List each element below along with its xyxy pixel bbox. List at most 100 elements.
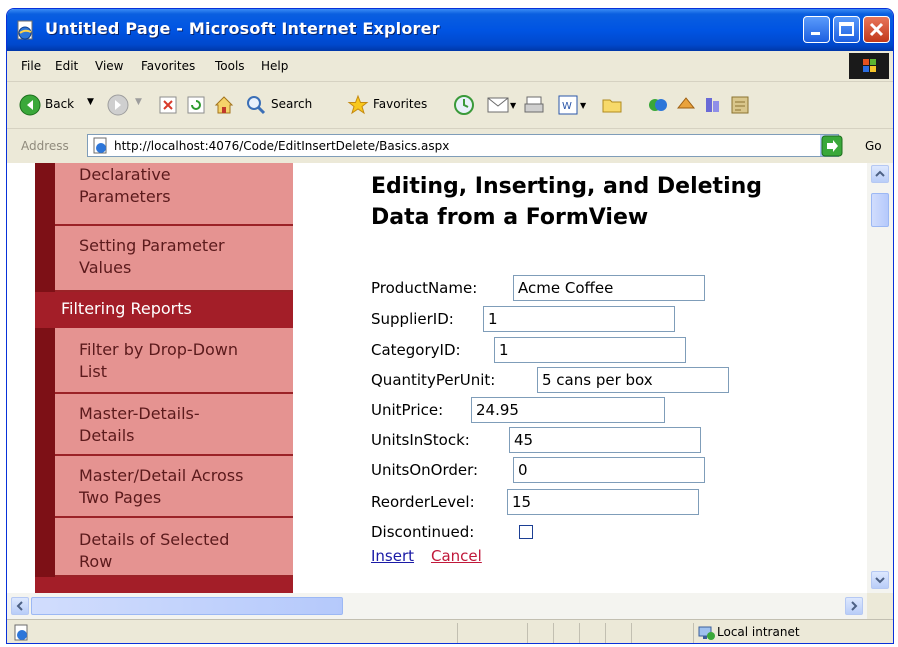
page-title-line: Data from a FormView [371,205,649,230]
go-button[interactable]: Go [865,139,882,153]
nav-item-filter-by-drop-down-list[interactable]: Filter by Drop-Down List [55,328,293,394]
menu-favorites[interactable]: Favorites [141,59,195,73]
scroll-left-button[interactable] [11,597,29,615]
intranet-icon [698,626,715,640]
research-icon[interactable] [703,94,725,116]
folder-icon[interactable] [601,94,623,116]
maximize-button[interactable] [833,16,860,43]
print-icon[interactable] [523,94,545,116]
quantity-per-unit-input[interactable]: 5 cans per box [537,367,729,393]
discontinued-checkbox[interactable] [519,525,533,539]
field-label: QuantityPerUnit: [371,371,496,389]
vertical-scroll-thumb[interactable] [871,193,889,227]
menu-bar: File Edit View Favorites Tools Help [7,51,893,82]
menu-tools[interactable]: Tools [215,59,245,73]
nav-section-filtering-reports[interactable]: Filtering Reports [35,292,293,328]
nav-item-setting-parameter-values[interactable]: Setting Parameter Values [55,226,293,292]
nav-item-label: Values [79,258,132,277]
scroll-down-button[interactable] [871,571,889,589]
svg-text:▼: ▼ [510,101,517,110]
address-bar: Address http://localhost:4076/Code/EditI… [7,129,893,164]
favorites-button[interactable]: Favorites [347,94,427,120]
svg-text:▼: ▼ [580,101,587,110]
nav-item-master-details-details[interactable]: Master-Details- Details [55,394,293,456]
supplier-id-input[interactable]: 1 [483,306,675,332]
field-label: ReorderLevel: [371,493,475,511]
vertical-scrollbar[interactable] [867,163,893,593]
tool-extra-icon[interactable] [729,94,751,116]
units-on-order-input[interactable]: 0 [513,457,705,483]
favorites-star-icon [347,94,369,115]
scroll-up-button[interactable] [871,165,889,183]
nav-item-label: List [79,362,107,381]
address-input[interactable]: http://localhost:4076/Code/EditInsertDel… [87,134,839,157]
go-arrow-icon[interactable] [821,135,843,157]
chevron-left-icon [16,601,23,611]
status-divider [579,623,580,643]
nav-item-label: Parameters [79,187,171,206]
page-icon [93,137,107,154]
browser-window: Untitled Page - Microsoft Internet Explo… [6,8,894,644]
favorites-label: Favorites [373,97,428,111]
edit-word-icon[interactable]: W ▼ [557,94,589,116]
page-status-icon [14,624,28,641]
close-button[interactable] [863,16,890,43]
units-in-stock-input[interactable]: 45 [509,427,701,453]
page-title-line: Editing, Inserting, and Deleting [371,174,763,199]
horizontal-scroll-thumb[interactable] [31,597,343,615]
scroll-right-button[interactable] [845,597,863,615]
menu-edit[interactable]: Edit [55,59,78,73]
close-icon [869,22,884,37]
windows-logo-icon [849,53,889,79]
menu-file[interactable]: File [21,59,41,73]
status-divider [631,623,632,643]
back-button[interactable]: Back ▼ [19,94,94,120]
forward-button[interactable]: ▼ [107,94,142,120]
scrollbar-corner [867,593,893,619]
back-arrow-icon [19,94,41,116]
refresh-icon[interactable] [187,96,205,114]
reorder-level-input[interactable]: 15 [507,489,699,515]
minimize-button[interactable] [803,16,830,43]
nav-section-label: Filtering Reports [61,299,192,318]
page-content: Declarative Parameters Setting Parameter… [7,163,867,593]
address-url: http://localhost:4076/Code/EditInsertDel… [114,139,450,153]
discuss-icon[interactable] [675,94,697,116]
title-bar[interactable]: Untitled Page - Microsoft Internet Explo… [7,9,893,51]
ie-page-icon [17,20,33,40]
home-icon[interactable] [213,94,235,116]
mail-icon[interactable]: ▼ [487,94,517,116]
status-zone-label: Local intranet [717,625,800,639]
back-dropdown-icon[interactable]: ▼ [87,97,94,107]
menu-help[interactable]: Help [261,59,288,73]
horizontal-scrollbar[interactable] [7,593,867,619]
nav-item-label: Filter by Drop-Down [79,340,239,359]
nav-item-declarative-parameters[interactable]: Declarative Parameters [55,163,293,226]
nav-item-label: Details of Selected [79,530,230,549]
search-icon [247,96,266,115]
forward-dropdown-icon[interactable]: ▼ [135,97,142,107]
history-icon[interactable] [453,94,475,116]
search-label: Search [271,97,313,111]
window-title: Untitled Page - Microsoft Internet Explo… [45,19,440,38]
messenger-icon[interactable] [647,94,669,116]
nav-item-label: Declarative [79,165,171,184]
nav-item-label: Master-Details- [79,404,200,423]
stop-icon[interactable] [159,96,177,114]
status-divider [527,623,528,643]
search-button[interactable]: Search [245,94,312,120]
menu-view[interactable]: View [95,59,123,73]
cancel-link[interactable]: Cancel [431,547,482,565]
product-name-input[interactable]: Acme Coffee [513,275,705,301]
address-label: Address [21,139,69,153]
status-bar: Local intranet [7,619,893,643]
unit-price-input[interactable]: 24.95 [471,397,665,423]
field-label: ProductName: [371,279,478,297]
nav-accent-bar [35,163,55,593]
insert-link[interactable]: Insert [371,547,414,565]
nav-item-details-of-selected-row[interactable]: Details of Selected Row [55,518,293,577]
nav-item-label: Setting Parameter [79,236,225,255]
nav-item-master-detail-across-two-pages[interactable]: Master/Detail Across Two Pages [55,456,293,518]
toolbar: Back ▼ ▼ Search Favorites ▼ W ▼ [7,82,893,129]
category-id-input[interactable]: 1 [494,337,686,363]
